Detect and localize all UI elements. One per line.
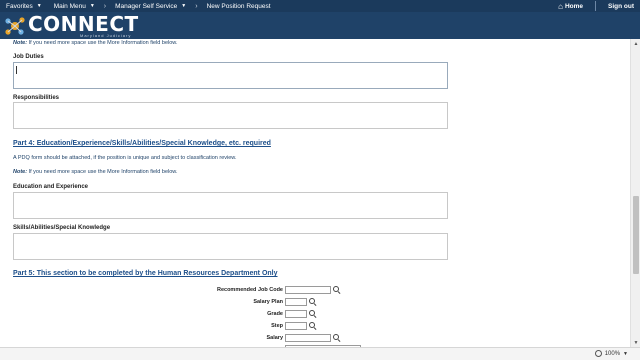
home-icon: ⌂ <box>558 1 563 11</box>
lookup-search-icon[interactable] <box>309 310 317 318</box>
vertical-scrollbar[interactable]: ▲ ▼ <box>630 39 640 347</box>
job-duties-textarea[interactable] <box>13 62 448 89</box>
breadcrumb-manager-self-service[interactable]: Manager Self Service ▼ <box>109 0 192 12</box>
connect-logo-icon <box>5 16 25 35</box>
note-prefix: Note: <box>13 169 28 175</box>
note-body: If you need more space use the More Info… <box>27 40 178 46</box>
zoom-control[interactable]: 100% ▼ <box>594 350 628 357</box>
part5-section-title: Part 5: This section to be completed by … <box>13 270 278 277</box>
skills-textarea[interactable] <box>13 233 448 260</box>
chevron-down-icon: ▼ <box>89 3 95 9</box>
recommended-job-code-label: Recommended Job Code <box>216 287 283 293</box>
breadcrumb-separator-icon: › <box>103 2 107 10</box>
skills-label: Skills/Abilities/Special Knowledge <box>13 225 111 231</box>
favorites-menu[interactable]: Favorites ▼ <box>0 0 48 12</box>
header-banner: CONNECT Maryland Judiciary <box>0 12 640 39</box>
responsibilities-textarea[interactable] <box>13 102 448 129</box>
top-nav-bar: Favorites ▼ Main Menu ▼ › Manager Self S… <box>0 0 640 12</box>
grade-input[interactable] <box>285 310 307 318</box>
breadcrumb-new-position-request[interactable]: New Position Request <box>201 0 277 12</box>
responsibilities-label: Responsibilities <box>13 95 60 101</box>
browser-status-bar: 100% ▼ <box>0 347 640 360</box>
lookup-search-icon[interactable] <box>333 286 341 294</box>
part4-section-title: Part 4: Education/Experience/Skills/Abil… <box>13 140 271 147</box>
note-body: If you need more space use the More Info… <box>27 169 178 175</box>
lookup-search-icon[interactable] <box>309 298 317 306</box>
salary-plan-label: Salary Plan <box>253 299 283 305</box>
home-label: Home <box>564 2 583 10</box>
nav-right-links: ⌂ Home Sign out <box>552 0 640 12</box>
nav-divider <box>595 1 596 11</box>
main-menu-label: Main Menu <box>53 2 86 10</box>
lookup-search-icon[interactable] <box>309 322 317 330</box>
logo-subtitle: Maryland Judiciary <box>80 32 132 38</box>
chevron-down-icon: ▼ <box>623 350 628 357</box>
education-label: Education and Experience <box>13 184 89 190</box>
sign-out-label: Sign out <box>608 2 634 10</box>
main-menu[interactable]: Main Menu ▼ <box>48 0 101 12</box>
text-cursor <box>16 66 17 74</box>
zoom-level: 100% <box>604 350 621 357</box>
chevron-down-icon: ▼ <box>181 3 187 9</box>
sign-out-link[interactable]: Sign out <box>602 0 640 12</box>
salary-input[interactable] <box>285 334 331 342</box>
favorites-label: Favorites <box>6 2 33 10</box>
note-prefix: Note: <box>13 40 28 46</box>
form-content: Note: If you need more space use the Mor… <box>0 39 630 347</box>
pdq-instruction-text: A PDQ form should be attached, if the po… <box>13 155 237 161</box>
recommended-job-code-input[interactable] <box>285 286 331 294</box>
logo-text: CONNECT Maryland Judiciary <box>28 14 139 38</box>
note-text-top: Note: If you need more space use the Mor… <box>13 40 177 46</box>
breadcrumb-label: Manager Self Service <box>115 2 178 10</box>
logo-wordmark: CONNECT <box>28 11 139 36</box>
chevron-down-icon: ▼ <box>36 3 42 9</box>
grade-label: Grade <box>267 311 283 317</box>
home-link[interactable]: ⌂ Home <box>552 0 589 12</box>
breadcrumb-label: New Position Request <box>206 2 271 10</box>
step-input[interactable] <box>285 322 307 330</box>
note-text: Note: If you need more space use the Mor… <box>13 169 177 175</box>
education-textarea[interactable] <box>13 192 448 219</box>
scroll-down-icon[interactable]: ▼ <box>631 338 640 347</box>
salary-label: Salary <box>266 335 283 341</box>
zoom-magnifier-icon <box>594 350 602 357</box>
scroll-up-icon[interactable]: ▲ <box>631 39 640 48</box>
breadcrumb-separator-icon: › <box>195 2 198 10</box>
scroll-thumb[interactable] <box>633 196 639 274</box>
salary-plan-input[interactable] <box>285 298 307 306</box>
job-duties-label: Job Duties <box>13 54 44 60</box>
step-label: Step <box>271 323 283 329</box>
lookup-search-icon[interactable] <box>333 334 341 342</box>
